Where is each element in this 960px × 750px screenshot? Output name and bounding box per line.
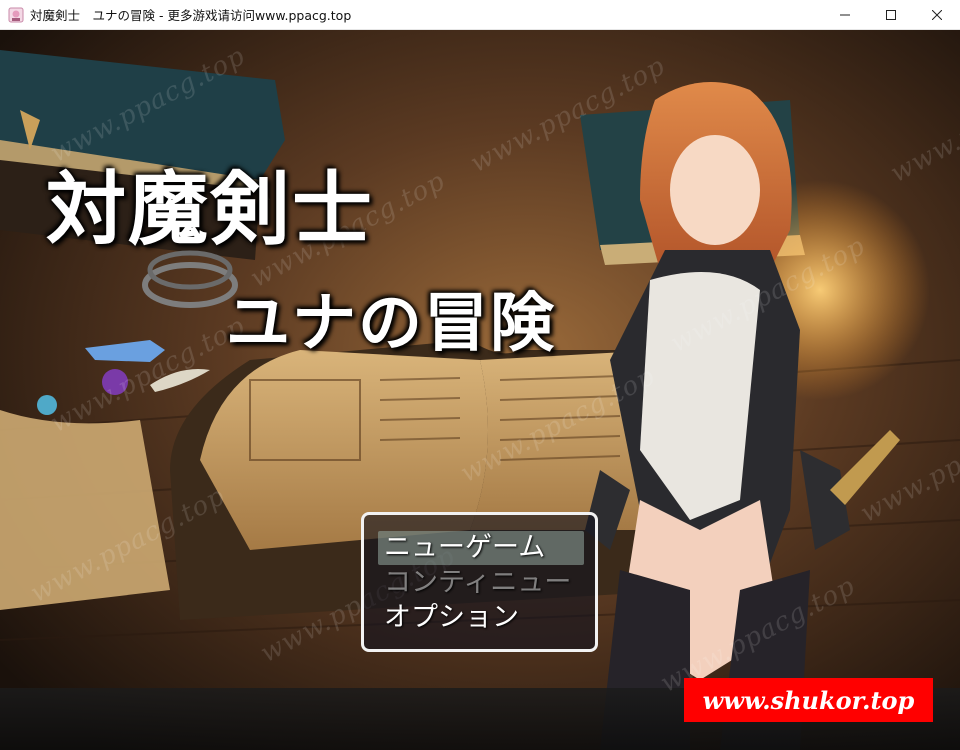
menu-item-options[interactable]: オプション [384,601,589,635]
maximize-icon [886,10,896,20]
game-screen[interactable]: www.ppacg.top www.ppacg.top www.ppacg.to… [0,30,960,750]
site-banner: www.shukor.top [684,678,933,722]
minimize-button[interactable] [822,0,868,30]
title-menu: ニューゲーム コンティニュー オプション [361,512,598,652]
menu-item-new-game[interactable]: ニューゲーム [378,531,584,565]
banner-text: www.shukor.top [702,685,915,715]
menu-item-continue[interactable]: コンティニュー [384,566,589,600]
minimize-icon [840,14,850,16]
game-title: 対魔剣士 [46,163,374,256]
app-icon [8,7,24,22]
game-window: 対魔剣士 ユナの冒険 - 更多游戏请访问www.ppacg.top www.pp… [0,0,960,750]
window-title: 対魔剣士 ユナの冒険 - 更多游戏请访问www.ppacg.top [30,8,352,23]
maximize-button[interactable] [868,0,914,30]
close-button[interactable] [914,0,960,30]
window-controls [822,0,960,30]
game-subtitle: ユナの冒険 [226,287,556,361]
close-icon [932,10,942,20]
title-bar[interactable]: 対魔剣士 ユナの冒険 - 更多游戏请访问www.ppacg.top [0,0,960,30]
